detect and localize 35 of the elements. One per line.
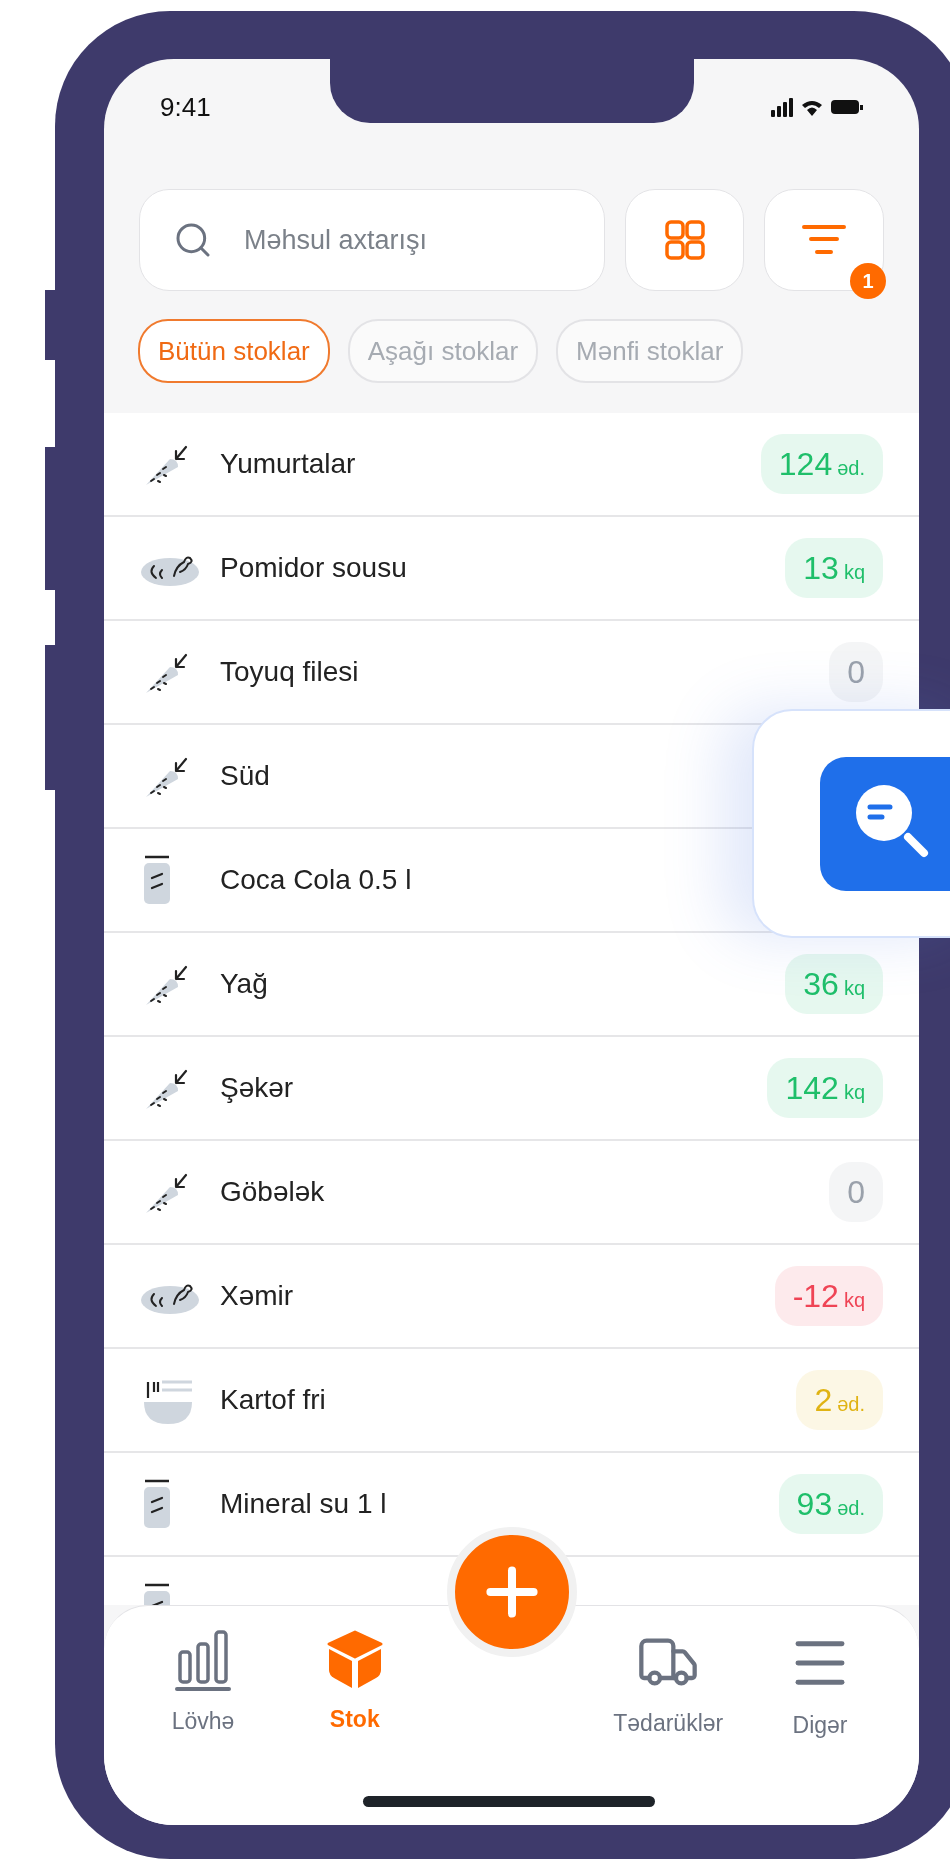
status-time: 9:41	[160, 90, 211, 124]
filter-button[interactable]	[764, 189, 884, 291]
quantity-badge: 36 kq	[785, 954, 883, 1014]
product-name: Göbələk	[220, 1175, 326, 1209]
grid-icon	[664, 220, 705, 260]
product-name: Pomidor sousu	[220, 551, 408, 585]
quantity-badge: 124 əd.	[760, 434, 883, 494]
product-name: Toyuq filesi	[220, 655, 360, 689]
quantity-badge: 0	[829, 642, 883, 702]
product-name: Şəkər	[220, 1071, 295, 1105]
product-name: Kartof fri	[220, 1383, 327, 1417]
quantity-badge: 93 əd.	[778, 1474, 883, 1534]
bar-chart-icon	[174, 1630, 232, 1692]
search-field[interactable]: Məhsul axtarışı	[139, 189, 605, 291]
quantity-badge: -12 kq	[774, 1266, 883, 1326]
product-name: Xəmir	[220, 1279, 295, 1313]
signal-icon	[771, 97, 793, 117]
product-name: Coca Cola 0.5 l	[220, 863, 413, 897]
nav-tab[interactable]: Digər	[745, 1630, 895, 1743]
search-list-button[interactable]	[820, 756, 950, 891]
quantity-badge: 2 əd.	[796, 1370, 883, 1430]
product-name: Yağ	[220, 967, 269, 1001]
quantity-badge: 0	[829, 1162, 883, 1222]
nav-tab[interactable]: Lövhə	[128, 1630, 278, 1739]
filter-icon	[802, 224, 846, 256]
grid-view-button[interactable]	[625, 189, 744, 291]
product-name: Mineral su 1 l	[220, 1487, 388, 1521]
product-name: Süd	[220, 759, 271, 793]
quantity-badge: 13 kq	[785, 538, 883, 598]
battery-icon	[831, 100, 863, 114]
nav-tab[interactable]: Tədarüklər	[593, 1630, 744, 1741]
product-name: Yumurtalar	[220, 447, 357, 481]
cube-icon	[325, 1630, 384, 1690]
filter-count-badge: 1	[850, 263, 886, 299]
quantity-badge: 142 kq	[767, 1058, 883, 1118]
